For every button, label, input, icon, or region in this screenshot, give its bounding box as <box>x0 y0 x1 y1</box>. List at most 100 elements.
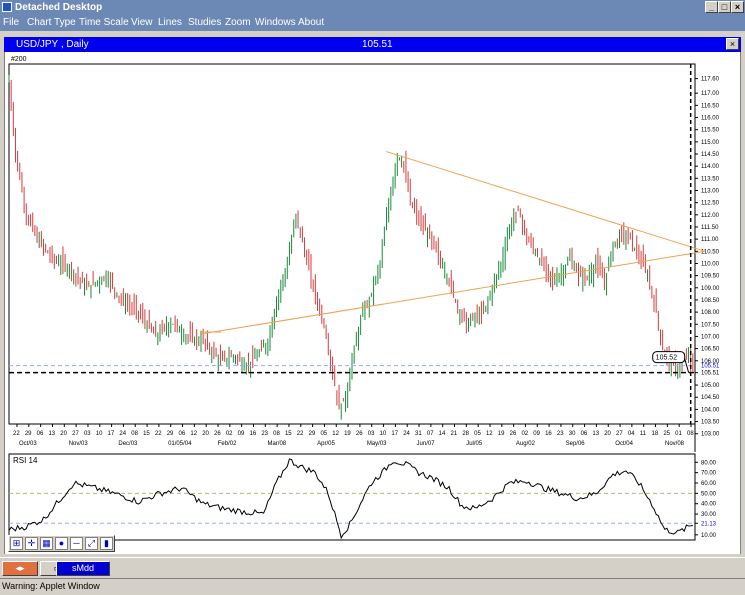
rsi-y-tick-label: 60.00 <box>701 481 717 487</box>
menu-windows[interactable]: Windows <box>255 15 296 31</box>
x-tick-day-label: 07 <box>427 431 434 437</box>
price-y-tick-label: 116.50 <box>701 103 720 109</box>
close-button[interactable]: × <box>731 1 744 13</box>
price-y-tick-label: 109.00 <box>701 286 720 292</box>
x-tick-day-label: 29 <box>25 431 32 437</box>
chart-close-button[interactable]: × <box>726 38 739 50</box>
x-tick-day-label: 19 <box>498 431 505 437</box>
price-y-tick-label: 110.50 <box>701 249 720 255</box>
corner-label: #200 <box>11 56 27 63</box>
x-tick-month-label: Feb/02 <box>218 441 237 447</box>
price-y-tick-label: 115.50 <box>701 128 720 134</box>
x-tick-day-label: 26 <box>356 431 363 437</box>
menu-zoom[interactable]: Zoom <box>225 15 251 31</box>
x-tick-day-label: 11 <box>640 431 647 437</box>
rsi-y-tick-label: 70.00 <box>701 471 717 477</box>
taskbar-button-smdd[interactable]: sMdd <box>56 561 110 576</box>
price-y-tick-label: 115.00 <box>701 140 720 146</box>
x-tick-day-label: 05 <box>320 431 327 437</box>
grid-icon[interactable]: ▦ <box>40 537 53 550</box>
rsi-y-tick-label: 21.13 <box>701 521 717 527</box>
x-tick-day-label: 19 <box>344 431 351 437</box>
x-tick-day-label: 20 <box>60 431 67 437</box>
price-y-tick-label: 111.00 <box>701 237 719 243</box>
x-tick-day-label: 09 <box>533 431 540 437</box>
price-y-tick-label: 105.51 <box>701 371 720 377</box>
x-tick-day-label: 27 <box>72 431 79 437</box>
menu-chart-type[interactable]: Chart Type <box>27 15 76 31</box>
price-panel: #200 117.60 117.00 116.50 116.00 115.50 115.00… <box>8 56 720 452</box>
x-tick-day-label: 09 <box>238 431 245 437</box>
menu-time-scale[interactable]: Time Scale <box>79 15 129 31</box>
x-tick-day-label: 04 <box>628 431 635 437</box>
price-y-tick-label: 113.00 <box>701 188 720 194</box>
rsi-panel: RSI 14 80.00 70.00 60.00 50.00 40.00 30.00 21.1… <box>8 453 717 541</box>
x-tick-day-label: 10 <box>96 431 103 437</box>
crosshair-icon[interactable]: ✛ <box>25 537 38 550</box>
menu-lines[interactable]: Lines <box>158 15 182 31</box>
x-tick-day-label: 12 <box>486 431 493 437</box>
x-tick-day-label: 31 <box>415 431 422 437</box>
x-tick-day-label: 26 <box>510 431 517 437</box>
price-y-tick-label: 114.00 <box>701 164 720 170</box>
price-y-tick-label: 110.00 <box>701 261 720 267</box>
x-tick-day-label: 22 <box>13 431 20 437</box>
taskbar-button-1[interactable]: ◂▸ <box>2 561 38 576</box>
x-tick-day-label: 23 <box>261 431 268 437</box>
select-icon[interactable]: ▮ <box>100 537 113 550</box>
price-y-tick-label: 103.50 <box>701 420 720 426</box>
zoom-icon[interactable]: ⊞ <box>10 537 23 550</box>
x-tick-day-label: 06 <box>179 431 186 437</box>
x-tick-day-label: 02 <box>521 431 528 437</box>
maximize-button[interactable]: □ <box>718 1 731 13</box>
symbol-label: USD/JPY , Daily <box>16 39 89 50</box>
menu-studies[interactable]: Studies <box>188 15 221 31</box>
rsi-y-tick-label: 30.00 <box>701 512 717 518</box>
x-tick-month-label: 01/05/04 <box>168 441 192 447</box>
price-y-tick-label: 104.00 <box>701 407 720 413</box>
x-tick-month-label: Sep/06 <box>566 441 586 447</box>
price-y-tick-label: 106.50 <box>701 347 720 353</box>
x-tick-day-label: 08 <box>273 431 280 437</box>
menu-file[interactable]: File <box>3 15 19 31</box>
x-tick-day-label: 01 <box>675 431 682 437</box>
price-y-tick-label: 109.50 <box>701 274 720 280</box>
menubar: File Chart Type Time Scale View Lines St… <box>0 15 745 31</box>
x-tick-day-label: 08 <box>131 431 138 437</box>
draw-icon[interactable]: ⤢ <box>85 537 98 550</box>
rsi-y-tick-label: 50.00 <box>701 491 717 497</box>
price-y-tick-label: 112.50 <box>701 201 720 207</box>
price-y-tick-label: 107.50 <box>701 322 720 328</box>
x-tick-day-label: 08 <box>687 431 694 437</box>
rsi-title: RSI 14 <box>13 456 38 465</box>
x-tick-day-label: 22 <box>297 431 304 437</box>
x-tick-month-label: Nov/08 <box>665 441 685 447</box>
x-tick-day-label: 16 <box>249 431 256 437</box>
price-y-tick-label: 105.00 <box>701 383 720 389</box>
x-tick-month-label: Mar/08 <box>267 441 286 447</box>
taskbar: ◂▸ ▭ sMdd <box>0 557 745 578</box>
price-y-tick-label: 113.50 <box>701 176 720 182</box>
dot-icon[interactable]: ● <box>55 537 68 550</box>
price-y-tick-label: 117.60 <box>701 77 720 83</box>
x-tick-month-label: May/03 <box>367 441 387 447</box>
x-tick-day-label: 06 <box>581 431 588 437</box>
x-tick-day-label: 22 <box>155 431 162 437</box>
x-tick-day-label: 16 <box>545 431 552 437</box>
price-y-tick-label: 108.00 <box>701 310 720 316</box>
x-tick-day-label: 06 <box>37 431 44 437</box>
price-y-tick-label: 114.50 <box>701 152 720 158</box>
menu-about[interactable]: About <box>298 15 324 31</box>
menu-view[interactable]: View <box>131 15 153 31</box>
line-icon[interactable]: ─ <box>70 537 83 550</box>
x-tick-day-label: 15 <box>285 431 292 437</box>
x-tick-day-label: 12 <box>332 431 339 437</box>
price-y-tick-label: 108.50 <box>701 298 720 304</box>
x-tick-day-label: 24 <box>403 431 410 437</box>
x-tick-day-label: 20 <box>604 431 611 437</box>
minimize-button[interactable]: _ <box>705 1 718 13</box>
chart-canvas[interactable]: #200 117.60 117.00 116.50 116.00 115.50 115.00… <box>5 52 740 554</box>
app-icon <box>2 2 12 12</box>
x-tick-day-label: 13 <box>592 431 599 437</box>
price-callout-label: 105.52 <box>656 355 678 362</box>
